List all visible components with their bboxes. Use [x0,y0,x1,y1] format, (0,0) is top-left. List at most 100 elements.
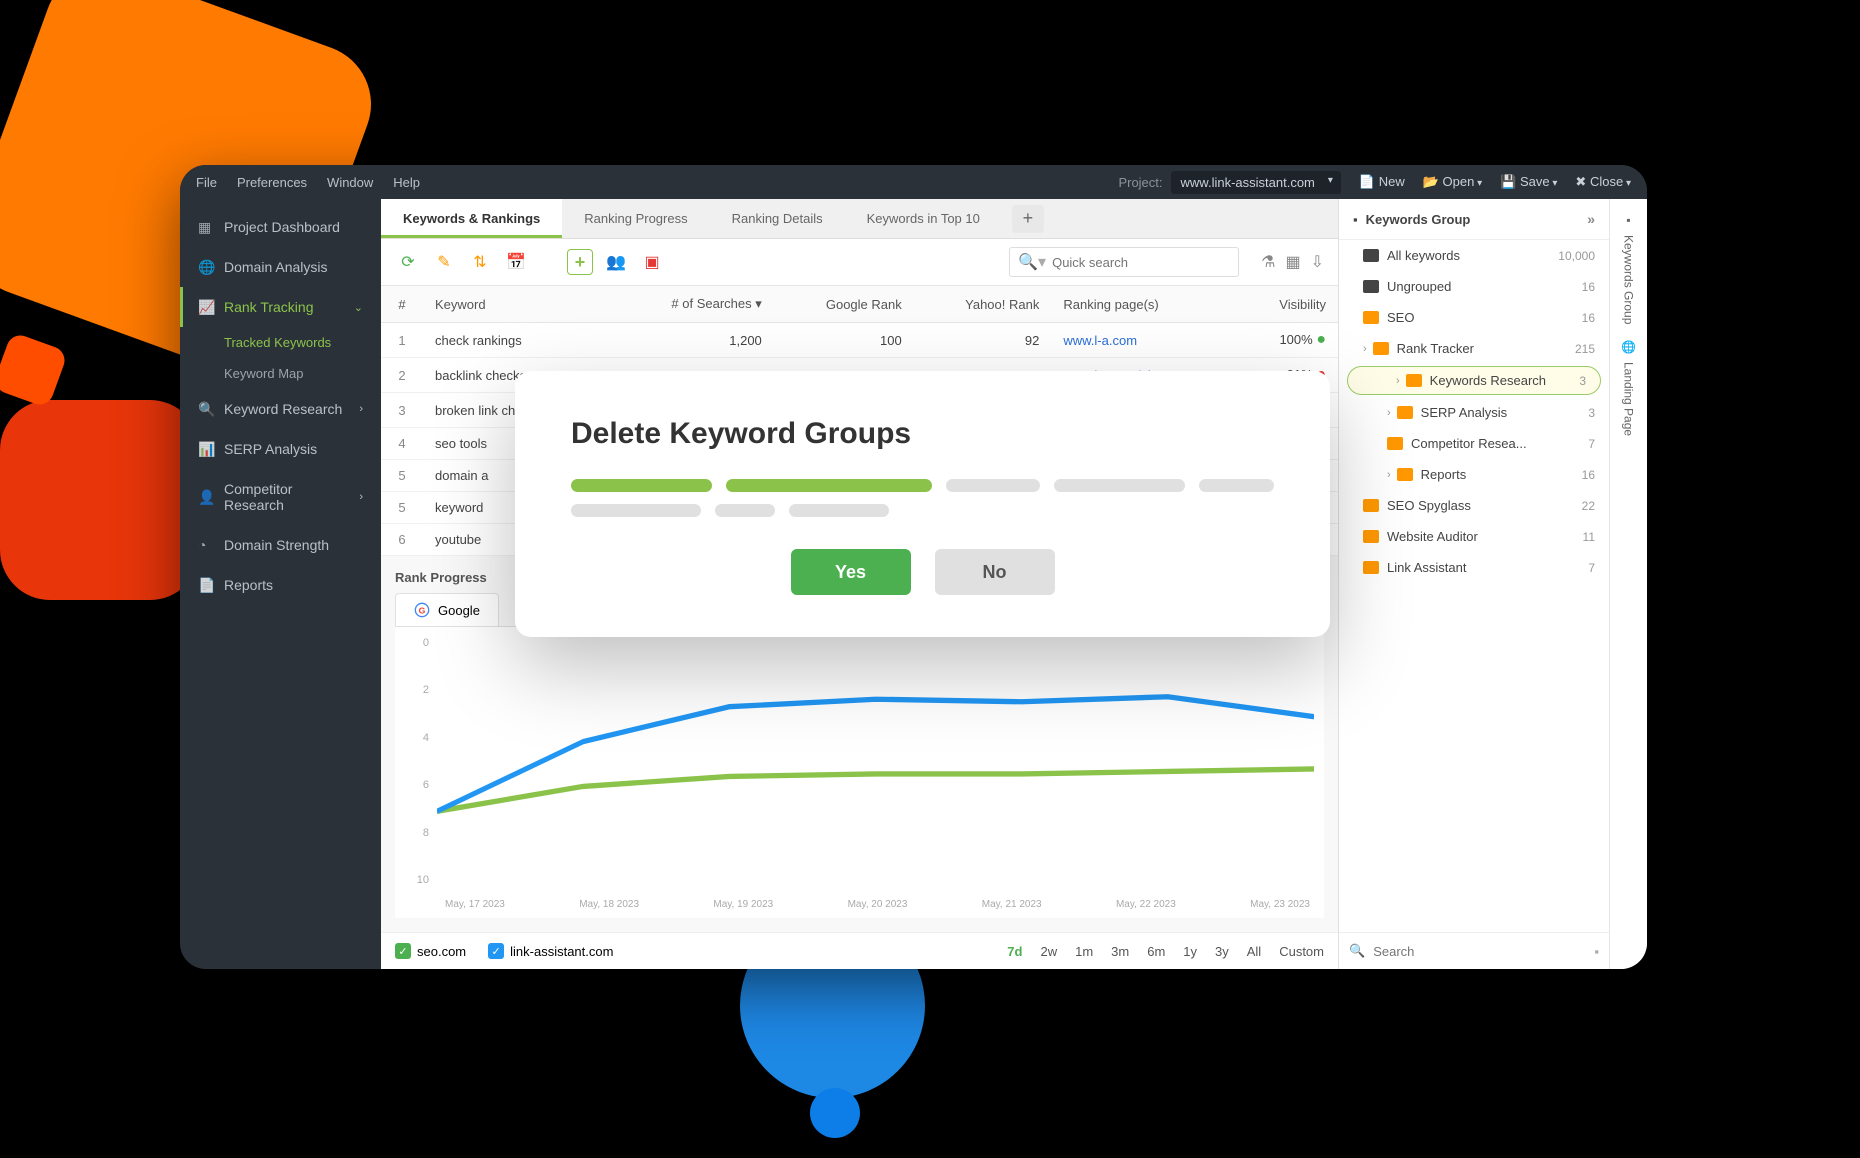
table-row[interactable]: 1check rankings1,20010092www.l-a.com100%… [381,323,1338,358]
strip-tab-landing[interactable]: Landing Page [1622,362,1636,436]
col-page[interactable]: Ranking page(s) [1051,286,1239,323]
grid-icon[interactable]: ▦ [1285,252,1300,272]
checkbox-icon: ✓ [488,943,504,959]
right-strip: ▪ Keywords Group 🌐 Landing Page [1609,199,1647,969]
project-select[interactable]: www.link-assistant.com [1171,171,1341,194]
col-visibility[interactable]: Visibility [1239,286,1338,323]
refresh-icon[interactable]: ⟳ [395,249,421,275]
strip-folder-icon[interactable]: ▪ [1626,213,1630,227]
no-button[interactable]: No [935,549,1055,595]
toolbar: ⟳ ✎ ⇅ 📅 + 👥 ▣ 🔍▾ ⚗ ▦ ⇩ [381,239,1338,286]
placeholder-bar [1199,479,1274,492]
group-row[interactable]: SEO16 [1339,302,1609,333]
sidebar-sub-keyword-map[interactable]: Keyword Map [180,358,381,389]
download-icon[interactable]: ⇩ [1311,252,1324,272]
col-google[interactable]: Google Rank [774,286,914,323]
group-row[interactable]: ›Reports16 [1339,459,1609,490]
group-row[interactable]: ›SERP Analysis3 [1339,397,1609,428]
folder-button-icon[interactable]: ▪ [1594,944,1599,959]
group-row[interactable]: SEO Spyglass22 [1339,490,1609,521]
col-num[interactable]: # [381,286,423,323]
add-button[interactable]: + [567,249,593,275]
sidebar-item-dashboard[interactable]: ▦Project Dashboard [180,207,381,247]
col-keyword[interactable]: Keyword [423,286,614,323]
sidebar-item-strength[interactable]: ◔Domain Strength [180,525,381,565]
tab-top10[interactable]: Keywords in Top 10 [845,199,1002,238]
group-search-input[interactable] [1373,944,1586,959]
legend-row: ✓seo.com ✓link-assistant.com 7d 2w 1m 3m 6m 1… [381,932,1338,969]
sidebar-item-reports[interactable]: 📄Reports [180,565,381,605]
menu-preferences[interactable]: Preferences [237,175,307,190]
sidebar-label: Domain Analysis [224,259,328,275]
sidebar-item-competitor[interactable]: 👤Competitor Research› [180,469,381,525]
report-icon: 📄 [198,577,214,593]
strip-globe-icon[interactable]: 🌐 [1621,340,1636,354]
period-All[interactable]: All [1247,944,1261,959]
group-row[interactable]: Competitor Resea...7 [1339,428,1609,459]
menubar: File Preferences Window Help Project: ww… [180,165,1647,199]
tab-keywords-rankings[interactable]: Keywords & Rankings [381,199,562,238]
period-3y[interactable]: 3y [1215,944,1229,959]
tool-icon-6[interactable]: ▣ [639,249,665,275]
group-row[interactable]: ›Rank Tracker215 [1339,333,1609,364]
quick-search-input[interactable] [1052,255,1230,270]
tool-icon-3[interactable]: ⇅ [467,249,493,275]
person-icon: 👤 [198,489,214,505]
col-searches[interactable]: # of Searches ▾ [614,286,774,323]
modal-title: Delete Keyword Groups [571,417,1274,451]
chevron-down-icon: ⌄ [354,301,363,314]
sidebar-label: Rank Tracking [224,299,313,315]
panel-title: Keywords Group [1366,212,1471,227]
period-6m[interactable]: 6m [1147,944,1165,959]
group-row[interactable]: Ungrouped16 [1339,271,1609,302]
group-row[interactable]: All keywords10,000 [1339,240,1609,271]
group-search[interactable]: 🔍 ▪ [1339,932,1609,969]
sidebar-sub-tracked-keywords[interactable]: Tracked Keywords [180,327,381,358]
open-button[interactable]: 📂 Open [1423,174,1482,190]
tool-icon-2[interactable]: ✎ [431,249,457,275]
menu-window[interactable]: Window [327,175,373,190]
globe-icon: 🌐 [198,259,214,275]
group-row[interactable]: Website Auditor11 [1339,521,1609,552]
menu-file[interactable]: File [196,175,217,190]
legend-linkassistant[interactable]: ✓link-assistant.com [488,943,613,959]
save-button[interactable]: 💾 Save [1500,174,1557,190]
collapse-button[interactable]: » [1587,211,1595,227]
menu-help[interactable]: Help [393,175,420,190]
add-tab-button[interactable]: + [1012,205,1044,233]
filter-icon[interactable]: ⚗ [1261,252,1275,272]
period-1y[interactable]: 1y [1183,944,1197,959]
sidebar-item-domain-analysis[interactable]: 🌐 Domain Analysis [180,247,381,287]
period-1m[interactable]: 1m [1075,944,1093,959]
period-2w[interactable]: 2w [1040,944,1057,959]
sort-down-icon: ▾ [755,296,762,311]
tab-ranking-progress[interactable]: Ranking Progress [562,199,709,238]
keywords-group-header: ▪ Keywords Group » [1339,199,1609,240]
sidebar-item-keyword-research[interactable]: 🔍Keyword Research› [180,389,381,429]
legend-seo[interactable]: ✓seo.com [395,943,466,959]
sidebar-label: Keyword Research [224,401,342,417]
google-icon: G [414,602,430,618]
group-row[interactable]: Link Assistant7 [1339,552,1609,583]
chart-icon: 📈 [198,299,214,315]
gauge-icon: ◔ [198,537,214,553]
close-button[interactable]: ✖ Close [1575,174,1631,190]
period-7d[interactable]: 7d [1007,944,1022,959]
yes-button[interactable]: Yes [791,549,911,595]
col-yahoo[interactable]: Yahoo! Rank [914,286,1052,323]
chart-tab-google[interactable]: G Google [395,593,499,626]
placeholder-bar [726,479,932,492]
period-Custom[interactable]: Custom [1279,944,1324,959]
quick-search[interactable]: 🔍▾ [1009,247,1239,277]
chart-area: 0246810 May, 17 2023May, 18 2023May, 19 … [395,627,1324,918]
group-row[interactable]: ›Keywords Research3 [1347,366,1601,395]
sidebar-item-rank-tracking[interactable]: 📈 Rank Tracking ⌄ [180,287,381,327]
calendar-icon[interactable]: 📅 [503,249,529,275]
sidebar-item-serp[interactable]: 📊SERP Analysis [180,429,381,469]
period-3m[interactable]: 3m [1111,944,1129,959]
sidebar: ▦Project Dashboard 🌐 Domain Analysis 📈 Ran… [180,199,381,969]
users-icon[interactable]: 👥 [603,249,629,275]
tab-ranking-details[interactable]: Ranking Details [710,199,845,238]
new-button[interactable]: 📄 New [1359,174,1405,190]
strip-tab-keywords[interactable]: Keywords Group [1622,235,1636,324]
